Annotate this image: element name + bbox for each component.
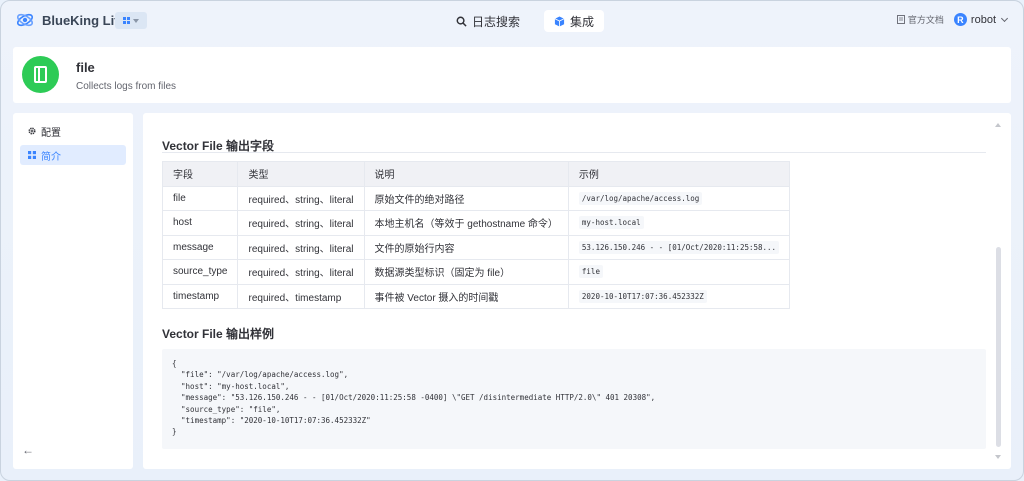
code-snippet: 2020-10-10T17:07:36.452332Z	[578, 289, 707, 303]
chevron-down-icon	[1000, 14, 1009, 22]
brand[interactable]: BlueKing Lite	[15, 10, 126, 30]
arrow-left-icon[interactable]: ←	[22, 443, 34, 457]
field-example: 53.126.150.246 - - [01/Oct/2020:11:25:58…	[567, 234, 791, 260]
code-snippet: /var/log/apache/access.log	[578, 191, 703, 205]
tab-integration-label: 集成	[570, 14, 595, 29]
field-example: /var/log/apache/access.log	[567, 185, 791, 211]
sidebar-item-label: 配置	[41, 127, 61, 139]
column-header: 字段	[161, 161, 239, 187]
field-type: required、string、literal	[237, 185, 365, 211]
scrollbar[interactable]	[995, 123, 1002, 459]
sidebar-item-config[interactable]: 配置	[20, 121, 126, 141]
field-description: 事件被 Vector 摄入的时间戳	[363, 283, 569, 309]
field-example: 2020-10-10T17:07:36.452332Z	[567, 283, 791, 309]
caret-down-icon	[133, 18, 139, 23]
field-name: host	[161, 210, 239, 236]
app-window: BlueKing Lite 日志搜索 集成 官方文档 R robot file …	[0, 0, 1024, 481]
scroll-up-icon[interactable]	[995, 123, 1001, 127]
table-row: timestamp required、timestamp 事件被 Vector …	[161, 283, 791, 309]
column-header: 说明	[363, 161, 569, 187]
field-type: required、timestamp	[237, 283, 365, 309]
sample-code-block[interactable]: { "file": "/var/log/apache/access.log", …	[162, 349, 986, 449]
nav-tabs: 日志搜索 集成	[446, 10, 605, 32]
brand-name: BlueKing Lite	[42, 12, 126, 28]
tab-log-search-label: 日志搜索	[472, 14, 521, 29]
official-docs-label: 官方文档	[907, 15, 944, 25]
avatar: R	[953, 13, 967, 26]
table-row: source_type required、string、literal 数据源类…	[161, 259, 791, 285]
field-example: my-host.local	[567, 210, 791, 236]
divider	[162, 152, 986, 153]
document-icon	[896, 15, 905, 24]
tab-integration[interactable]: 集成	[544, 10, 605, 32]
column-header: 类型	[237, 161, 365, 187]
gear-icon	[28, 127, 36, 135]
field-name: message	[161, 234, 239, 260]
table-row: host required、string、literal 本地主机名（等效于 g…	[161, 210, 791, 236]
field-name: file	[161, 185, 239, 211]
field-description: 本地主机名（等效于 gethostname 命令）	[363, 210, 569, 236]
field-example: file	[567, 259, 791, 285]
table-row: message required、string、literal 文件的原始行内容…	[161, 234, 791, 260]
fields-table: 字段 类型 说明 示例 file required、string、literal…	[161, 161, 791, 309]
field-description: 原始文件的绝对路径	[363, 185, 569, 211]
plugin-description: Collects logs from files	[76, 81, 177, 92]
app-switcher-button[interactable]	[115, 12, 147, 29]
top-right-actions: 官方文档 R robot	[896, 13, 1009, 26]
apps-grid-icon	[123, 17, 130, 24]
search-icon	[456, 16, 467, 27]
user-name: robot	[970, 13, 996, 26]
plugin-header: file Collects logs from files	[13, 47, 1011, 103]
field-description: 数据源类型标识（固定为 file）	[363, 259, 569, 285]
top-nav: BlueKing Lite 日志搜索 集成 官方文档 R robot	[1, 1, 1023, 39]
book-icon	[22, 56, 59, 93]
blueking-logo-icon	[16, 13, 34, 27]
table-header-row: 字段 类型 说明 示例	[161, 161, 791, 187]
content-panel: Vector File 输出字段 字段 类型 说明 示例 file requir…	[143, 113, 1011, 469]
scroll-down-icon[interactable]	[995, 455, 1001, 459]
column-header: 示例	[567, 161, 791, 187]
user-menu[interactable]: R robot	[953, 13, 1009, 26]
field-type: required、string、literal	[237, 234, 365, 260]
sidebar-item-intro[interactable]: 简介	[20, 145, 126, 165]
field-description: 文件的原始行内容	[363, 234, 569, 260]
scroll-thumb[interactable]	[996, 247, 1001, 447]
cube-icon	[554, 15, 565, 27]
field-name: timestamp	[161, 283, 239, 309]
code-snippet: file	[578, 265, 603, 279]
field-name: source_type	[161, 259, 239, 285]
grid-icon	[28, 151, 36, 159]
tab-log-search[interactable]: 日志搜索	[446, 10, 530, 32]
plugin-title: file	[76, 60, 95, 75]
sample-section-title: Vector File 输出样例	[162, 327, 275, 341]
code-snippet: my-host.local	[578, 216, 644, 230]
table-row: file required、string、literal 原始文件的绝对路径 /…	[161, 185, 791, 211]
sidebar: 配置 简介 ←	[13, 113, 133, 469]
sidebar-item-label: 简介	[41, 151, 61, 163]
field-type: required、string、literal	[237, 210, 365, 236]
code-snippet: 53.126.150.246 - - [01/Oct/2020:11:25:58…	[578, 240, 780, 254]
field-type: required、string、literal	[237, 259, 365, 285]
official-docs-link[interactable]: 官方文档	[896, 13, 944, 26]
